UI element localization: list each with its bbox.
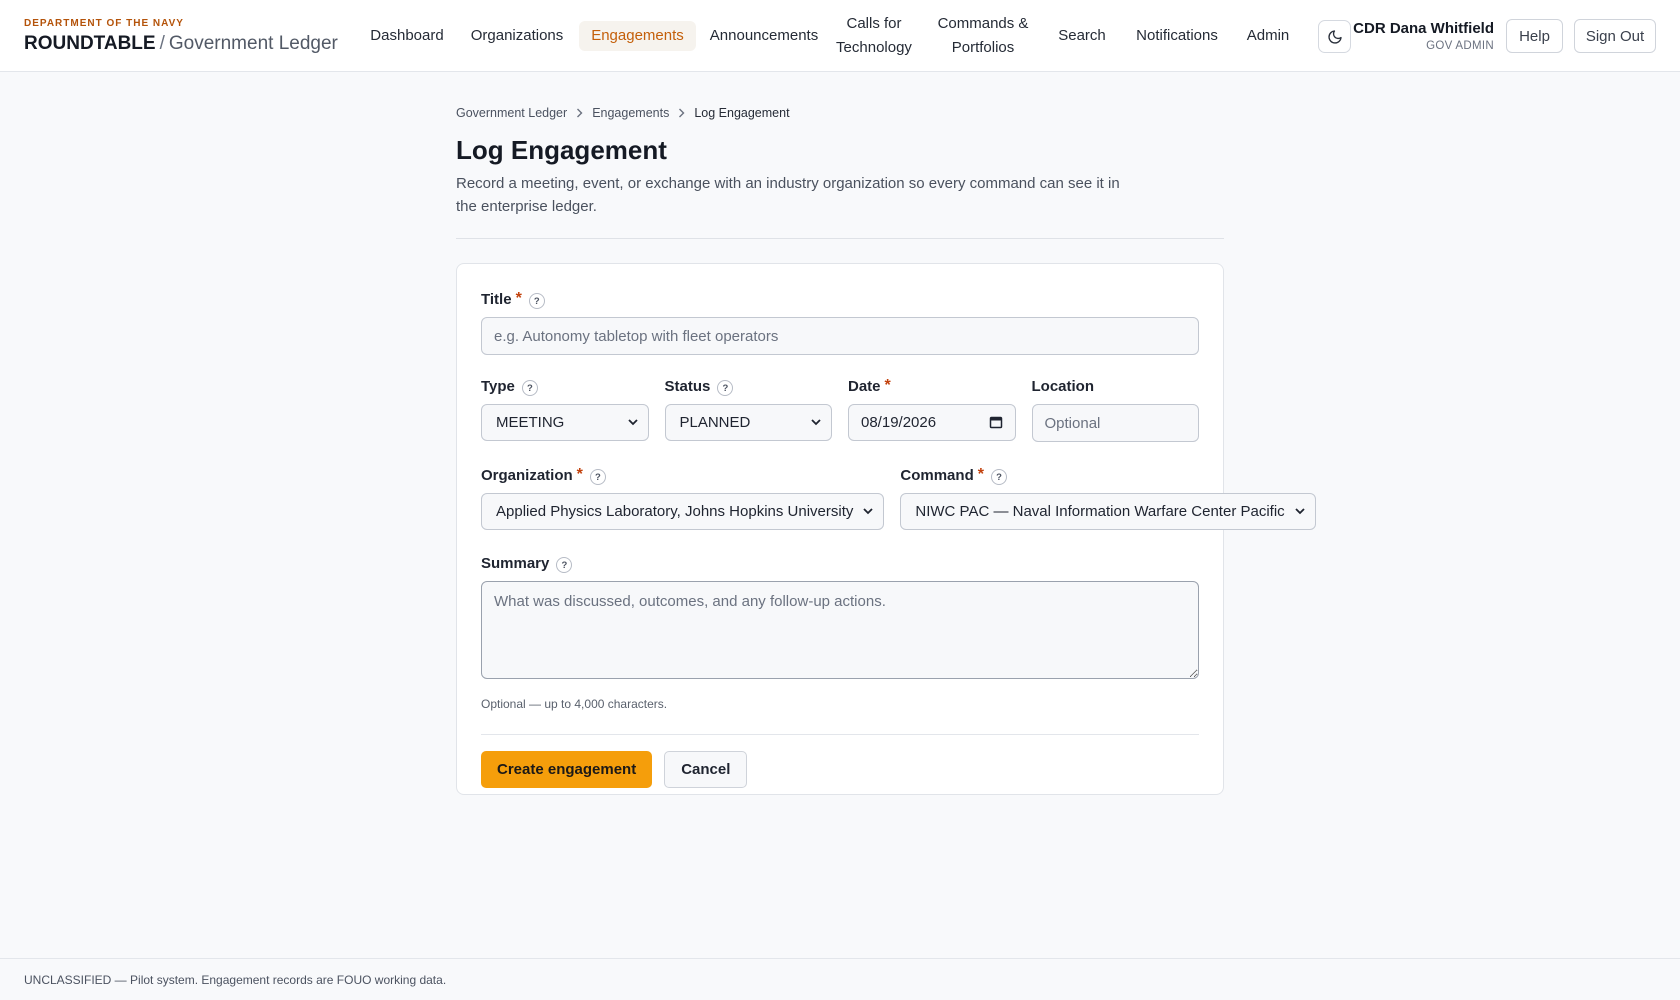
- brand[interactable]: DEPARTMENT OF THE NAVY ROUNDTABLE / Govern…: [24, 18, 338, 55]
- location-input[interactable]: [1031, 404, 1199, 442]
- chevron-right-icon: [576, 108, 583, 118]
- user-name: CDR Dana Whitfield: [1353, 20, 1494, 37]
- divider: [456, 238, 1224, 239]
- required-marker: *: [884, 377, 891, 394]
- brand-subtitle: Government Ledger: [168, 33, 338, 54]
- page-title: Log Engagement: [456, 135, 667, 165]
- breadcrumb-engagements[interactable]: Engagements: [592, 106, 669, 120]
- command-select-value: NIWC PAC — Naval Information Warfare Cen…: [915, 503, 1285, 520]
- user-info: CDR Dana Whitfield GOV ADMIN: [1353, 19, 1494, 54]
- breadcrumb: Government Ledger Engagements Log Engage…: [456, 104, 1224, 122]
- brand-department: DEPARTMENT OF THE NAVY: [24, 18, 184, 29]
- brand-name: ROUNDTABLE: [24, 33, 156, 54]
- required-marker: *: [977, 466, 984, 483]
- nav-dashboard[interactable]: Dashboard: [362, 0, 452, 72]
- create-engagement-button[interactable]: Create engagement: [481, 751, 653, 788]
- summary-label: Summary: [481, 554, 550, 572]
- page-description: Record a meeting, event, or exchange wit…: [456, 175, 1120, 215]
- help-icon[interactable]: ?: [589, 469, 606, 485]
- divider: [481, 734, 1199, 735]
- summary-hint: Optional — up to 4,000 characters.: [481, 697, 668, 711]
- classification-notice: UNCLASSIFIED — Pilot system. Engagement …: [24, 973, 447, 987]
- summary-textarea[interactable]: [481, 581, 1199, 679]
- organization-label: Organization: [481, 466, 573, 484]
- required-marker: *: [515, 290, 522, 307]
- engagement-form: Title * ? Type ? MEETING Status: [456, 263, 1316, 795]
- help-icon[interactable]: ?: [521, 380, 538, 396]
- help-icon[interactable]: ?: [556, 557, 573, 573]
- type-label: Type: [481, 377, 515, 395]
- status-label: Status: [664, 377, 711, 395]
- location-label: Location: [1031, 377, 1095, 395]
- type-select[interactable]: MEETING: [481, 404, 649, 441]
- title-label: Title: [481, 290, 512, 308]
- nav-organizations[interactable]: Organizations: [467, 0, 567, 72]
- title-input[interactable]: [481, 317, 1199, 355]
- organization-select-value: Applied Physics Laboratory, Johns Hopkin…: [496, 503, 854, 520]
- brand-separator: /: [159, 33, 165, 54]
- nav-notifications[interactable]: Notifications: [1127, 0, 1227, 72]
- nav-commands-portfolios[interactable]: Commands & Portfolios: [930, 0, 1036, 72]
- command-label: Command: [900, 466, 974, 484]
- nav-calls-for-technology[interactable]: Calls for Technology: [828, 0, 920, 72]
- nav-admin[interactable]: Admin: [1240, 0, 1296, 72]
- date-label: Date: [848, 377, 881, 395]
- command-select[interactable]: NIWC PAC — Naval Information Warfare Cen…: [900, 493, 1316, 530]
- sign-out-button[interactable]: Sign Out: [1574, 19, 1656, 53]
- chevron-right-icon: [678, 108, 685, 118]
- top-navigation-bar: DEPARTMENT OF THE NAVY ROUNDTABLE / Govern…: [0, 0, 1680, 72]
- theme-toggle-button[interactable]: [1318, 20, 1351, 53]
- nav-engagements[interactable]: Engagements: [579, 21, 696, 51]
- status-select[interactable]: PLANNED: [664, 404, 832, 441]
- help-button[interactable]: Help: [1506, 19, 1563, 53]
- date-input[interactable]: 08/19/2026: [848, 404, 1016, 441]
- cancel-button[interactable]: Cancel: [664, 751, 748, 788]
- main-content: Government Ledger Engagements Log Engage…: [456, 104, 1316, 795]
- help-icon[interactable]: ?: [990, 469, 1007, 485]
- moon-icon: [1327, 29, 1342, 44]
- date-value: 08/19/2026: [861, 414, 937, 431]
- help-icon[interactable]: ?: [717, 380, 734, 396]
- nav-announcements[interactable]: Announcements: [706, 0, 822, 72]
- help-icon[interactable]: ?: [528, 293, 545, 309]
- breadcrumb-government-ledger[interactable]: Government Ledger: [456, 106, 567, 120]
- type-select-value: MEETING: [496, 414, 565, 431]
- organization-select[interactable]: Applied Physics Laboratory, Johns Hopkin…: [481, 493, 885, 530]
- nav-search[interactable]: Search: [1052, 0, 1112, 72]
- required-marker: *: [576, 466, 583, 483]
- user-role: GOV ADMIN: [1426, 40, 1494, 52]
- status-select-value: PLANNED: [679, 414, 751, 431]
- breadcrumb-current: Log Engagement: [694, 106, 790, 120]
- footer: UNCLASSIFIED — Pilot system. Engagement …: [0, 958, 1680, 1000]
